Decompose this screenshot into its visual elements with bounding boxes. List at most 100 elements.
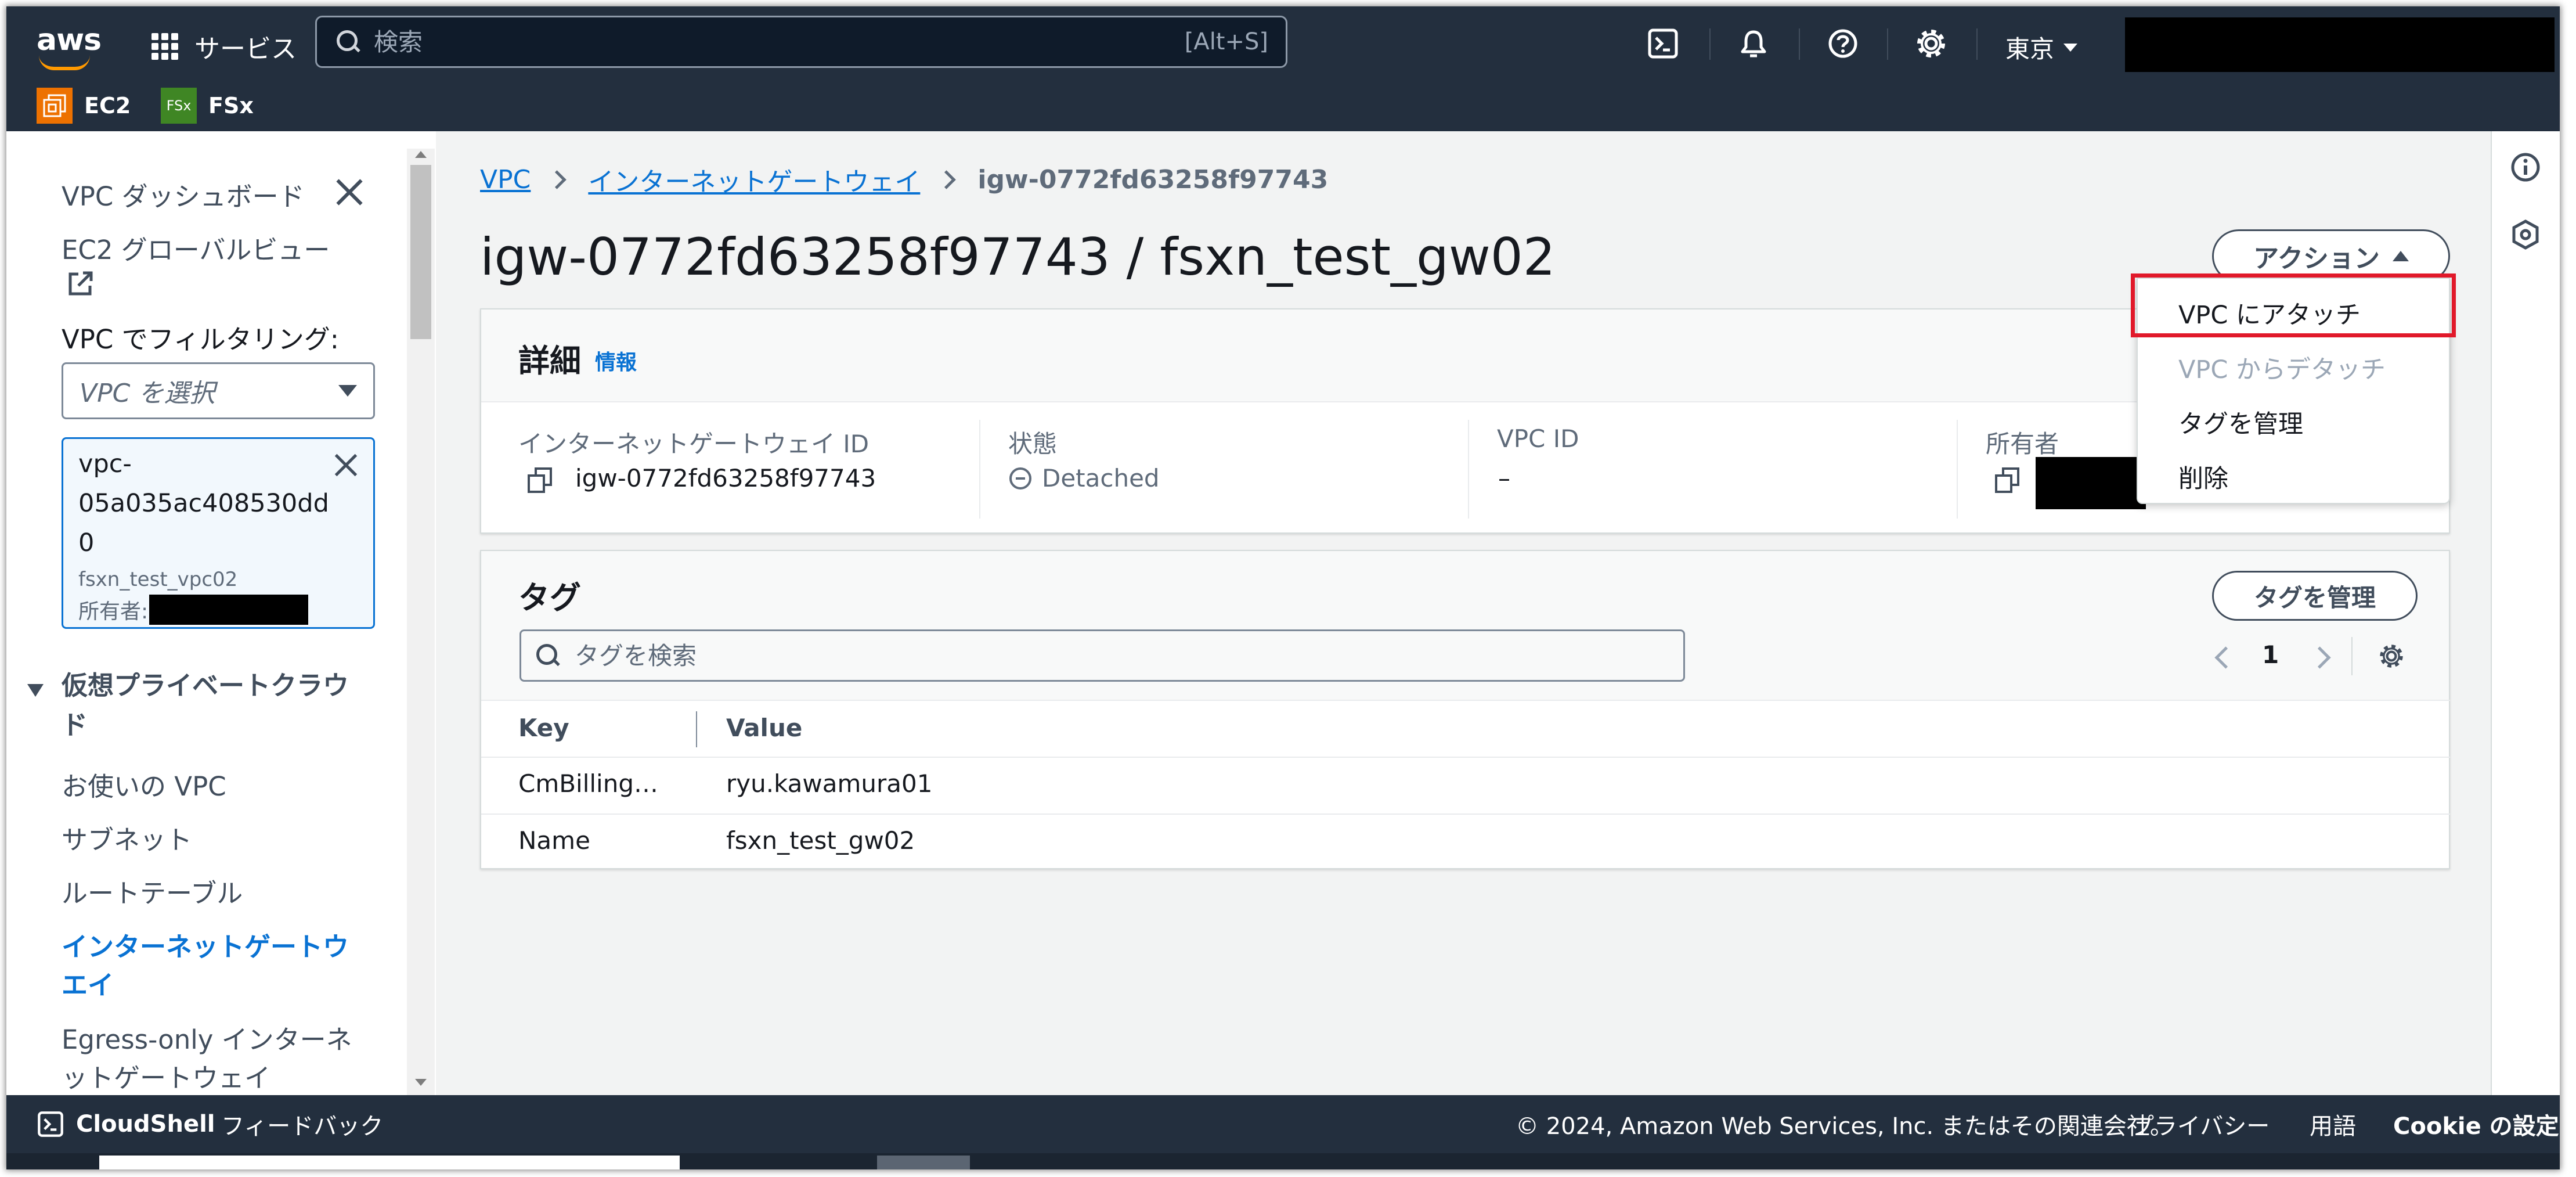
sidebar-item-subnets[interactable]: サブネット [62,819,192,856]
igw-id-label: インターネットゲートウェイ ID [518,430,870,458]
pagination-divider [2351,637,2353,675]
details-info-link[interactable]: 情報 [595,345,637,376]
taskbar-strip [6,1153,2560,1169]
terms-link[interactable]: 用語 [2310,1095,2356,1153]
vpc-filter-label: VPC でフィルタリング: [62,324,339,355]
account-menu-redacted[interactable] [2125,17,2555,72]
bell-icon[interactable] [1737,27,1770,60]
scroll-up-arrow[interactable] [415,151,427,158]
side-navigation: VPC ダッシュボード EC2 グローバルビュー VPC でフィルタリング: V… [6,131,436,1095]
selected-vpc-id-line2: 05a035ac408530dd [78,489,329,518]
services-label: サービス [194,34,297,64]
owner-value-redacted [2036,457,2146,509]
menu-item-delete[interactable]: 削除 [2178,459,2228,495]
column-divider [1957,420,1958,519]
aws-smile-icon [39,55,90,70]
sidebar-item-ec2-global-view[interactable]: EC2 グローバルビュー [62,229,330,267]
tags-panel: タグ Key Value CmBilling… ryu.kawamura01 N… [480,550,2450,869]
hexagon-help-icon[interactable] [2509,218,2542,251]
manage-tags-button[interactable]: タグを管理 [2212,571,2418,621]
selected-vpc-owner-label: 所有者: [78,600,149,624]
search-shortcut-hint: [Alt+S] [1184,28,1268,55]
table-row-border [481,757,2450,758]
close-icon[interactable] [334,453,359,478]
section-title-line1[interactable]: 仮想プライベートクラウ [62,664,349,702]
caret-up-icon [2392,251,2409,261]
state-label: 状態 [1008,430,1058,458]
tag-row-1-value: ryu.kawamura01 [726,769,933,798]
manage-tags-button-label: タグを管理 [2253,583,2376,612]
global-search[interactable]: [Alt+S] [315,16,1287,68]
copy-icon[interactable] [1995,467,2019,493]
column-divider [979,420,980,519]
state-value: Detached [1042,464,1160,492]
services-menu-button[interactable]: サービス [151,26,297,67]
ec2-icon [37,88,73,124]
scrollbar-thumb[interactable] [410,165,431,339]
tag-search-input[interactable] [573,640,1683,671]
caret-down-icon [27,684,44,697]
scroll-down-arrow[interactable] [415,1079,427,1086]
selected-vpc-name: fsxn_test_vpc02 [78,568,238,591]
region-selector[interactable]: 東京 [2005,30,2078,65]
tag-search[interactable] [519,629,1685,682]
selected-vpc-id-line1: vpc- [78,449,132,478]
chevron-right-icon [937,170,957,189]
table-preferences-gear-icon[interactable] [2378,643,2405,670]
favorite-fsx-label: FSx [208,93,254,118]
cookie-settings-link[interactable]: Cookie の設定 [2393,1095,2559,1153]
sidebar-item-egress-only-igw[interactable]: Egress-only インターネ [62,1018,352,1056]
igw-id-value: igw-0772fd63258f97743 [575,464,876,492]
selected-vpc-token: vpc- 05a035ac408530dd 0 fsxn_test_vpc02 … [62,437,375,629]
taskbar-item[interactable] [877,1156,970,1169]
section-title-line2[interactable]: ド [62,704,88,742]
menu-item-manage-tags[interactable]: タグを管理 [2178,404,2303,440]
vpc-filter-select[interactable]: VPC を選択 [62,362,375,419]
sidebar-item-internet-gateways[interactable]: インターネットゲートウ [62,926,349,963]
feedback-link[interactable]: フィードバック [221,1095,383,1153]
privacy-link[interactable]: プライバシー [2131,1095,2270,1153]
breadcrumb-vpc[interactable]: VPC [480,165,531,195]
sidebar-item-your-vpcs[interactable]: お使いの VPC [62,765,226,803]
cloudshell-icon [38,1111,63,1137]
top-navigation: aws サービス [Alt+S] [6,6,2560,131]
sidebar-item-egress-only-igw-line2[interactable]: ットゲートウェイ [62,1057,270,1095]
sidebar-item-route-tables[interactable]: ルートテーブル [62,872,243,910]
page-title: igw-0772fd63258f97743 / fsxn_test_gw02 [480,227,1556,287]
nav-divider [1976,28,1978,60]
taskbar-item[interactable] [99,1156,680,1169]
aws-logo-text: aws [37,23,102,57]
sidebar-item-internet-gateways-line2[interactable]: エイ [62,964,114,1002]
sidebar-item-vpc-dashboard[interactable]: VPC ダッシュボード [62,175,305,213]
info-icon[interactable] [2509,151,2542,183]
column-resizer[interactable] [696,711,697,747]
copy-icon[interactable] [528,467,552,493]
cloudshell-footer-button[interactable]: CloudShell [37,1095,215,1153]
console-window: aws サービス [Alt+S] [6,6,2560,1169]
nav-divider [1709,28,1711,60]
breadcrumb-internet-gateways[interactable]: インターネットゲートウェイ [588,161,920,198]
sidebar-scrollbar[interactable] [407,149,435,1095]
favorite-fsx[interactable]: FSx FSx [161,85,254,126]
cloudshell-icon[interactable] [1647,27,1679,60]
menu-item-detach-from-vpc: VPC からデタッチ [2178,355,2386,384]
column-header-key[interactable]: Key [518,714,569,742]
close-icon[interactable] [335,178,364,207]
tag-row-2-value: fsxn_test_gw02 [726,826,915,855]
vpc-filter-placeholder: VPC を選択 [80,379,215,408]
table-header-top-border [481,700,2450,701]
column-header-value[interactable]: Value [726,714,802,742]
tag-row-1-key: CmBilling… [518,769,659,798]
external-link-icon[interactable] [67,269,95,297]
actions-button-label: アクション [2253,244,2380,273]
favorite-ec2[interactable]: EC2 [37,85,131,126]
pagination-current-page[interactable]: 1 [2262,640,2279,669]
table-row-border [481,814,2450,815]
aws-logo[interactable]: aws [37,20,102,70]
caret-down-icon [2063,43,2078,52]
gear-icon[interactable] [1915,27,1947,60]
tag-row-2-key: Name [518,826,590,855]
global-search-input[interactable] [373,27,1185,57]
vpc-id-value: – [1498,464,1510,492]
help-icon[interactable] [1827,27,1859,60]
